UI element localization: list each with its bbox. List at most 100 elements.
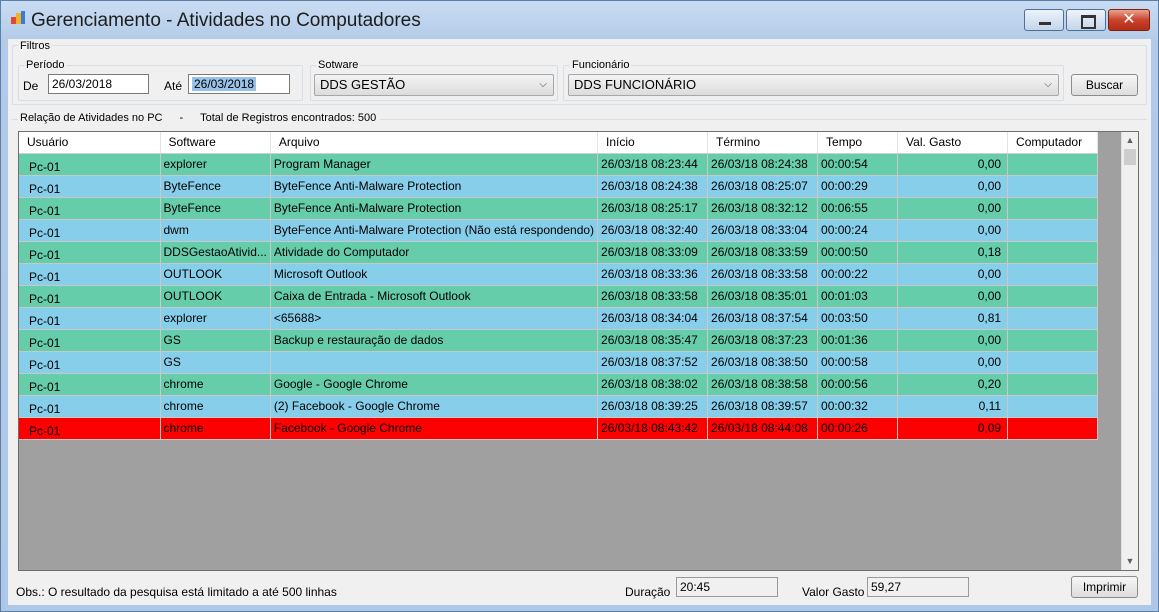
cell-time[interactable]: 00:03:50	[817, 307, 899, 330]
cell-software[interactable]: explorer	[160, 307, 271, 330]
cell-time[interactable]: 00:00:50	[817, 241, 899, 264]
cell-computer[interactable]	[1007, 263, 1099, 286]
table-row[interactable]: Pc-01 ByteFence ByteFence Anti-Malware Pro…	[19, 197, 1099, 220]
cell-value[interactable]: 0,09	[897, 417, 1009, 440]
cell-software[interactable]: ByteFence	[160, 197, 271, 220]
close-button[interactable]: ✕	[1108, 9, 1150, 31]
cell-end[interactable]: 26/03/18 08:35:01	[707, 285, 819, 308]
cell-file[interactable]: ByteFence Anti-Malware Protection (Não e…	[270, 219, 599, 242]
cell-user[interactable]: Pc-01	[19, 285, 161, 308]
title-bar[interactable]: Gerenciamento - Atividades no Computador…	[1, 1, 1158, 39]
column-header-value[interactable]: Val. Gasto	[897, 132, 1009, 154]
cell-software[interactable]: ByteFence	[160, 175, 271, 198]
cell-software[interactable]: chrome	[160, 395, 271, 418]
cell-start[interactable]: 26/03/18 08:32:40	[597, 219, 709, 242]
cell-time[interactable]: 00:00:22	[817, 263, 899, 286]
maximize-button[interactable]	[1066, 9, 1106, 31]
cell-time[interactable]: 00:00:26	[817, 417, 899, 440]
cell-start[interactable]: 26/03/18 08:23:44	[597, 153, 709, 176]
cell-computer[interactable]	[1007, 395, 1099, 418]
cell-value[interactable]: 0,00	[897, 175, 1009, 198]
table-row[interactable]: Pc-01 OUTLOOK Microsoft Outlook 26/03/18 08…	[19, 263, 1099, 286]
cell-start[interactable]: 26/03/18 08:35:47	[597, 329, 709, 352]
cell-start[interactable]: 26/03/18 08:39:25	[597, 395, 709, 418]
cell-computer[interactable]	[1007, 351, 1099, 374]
cell-user[interactable]: Pc-01	[19, 197, 161, 220]
cell-end[interactable]: 26/03/18 08:32:12	[707, 197, 819, 220]
cell-time[interactable]: 00:00:32	[817, 395, 899, 418]
to-date-input[interactable]: 26/03/2018	[188, 74, 290, 94]
table-row[interactable]: Pc-01 OUTLOOK Caixa de Entrada - Microsoft…	[19, 285, 1099, 308]
print-button[interactable]: Imprimir	[1071, 576, 1138, 598]
cell-file[interactable]: <65688>	[270, 307, 599, 330]
cell-user[interactable]: Pc-01	[19, 263, 161, 286]
cell-computer[interactable]	[1007, 307, 1099, 330]
cell-computer[interactable]	[1007, 153, 1099, 176]
scroll-thumb[interactable]	[1124, 149, 1136, 165]
cell-software[interactable]: OUTLOOK	[160, 285, 271, 308]
cell-value[interactable]: 0,00	[897, 329, 1009, 352]
cell-software[interactable]: chrome	[160, 373, 271, 396]
cell-time[interactable]: 00:00:29	[817, 175, 899, 198]
from-date-input[interactable]: 26/03/2018	[48, 74, 149, 94]
cell-value[interactable]: 0,00	[897, 263, 1009, 286]
cell-value[interactable]: 0,11	[897, 395, 1009, 418]
cell-file[interactable]: ByteFence Anti-Malware Protection	[270, 175, 599, 198]
column-header-computer[interactable]: Computador	[1007, 132, 1099, 154]
cell-file[interactable]: (2) Facebook - Google Chrome	[270, 395, 599, 418]
cell-user[interactable]: Pc-01	[19, 175, 161, 198]
cell-file[interactable]: Google - Google Chrome	[270, 373, 599, 396]
cell-user[interactable]: Pc-01	[19, 241, 161, 264]
table-row[interactable]: Pc-01 explorer Program Manager 26/03/18 08:…	[19, 153, 1099, 176]
cell-software[interactable]: GS	[160, 329, 271, 352]
cell-computer[interactable]	[1007, 285, 1099, 308]
cell-start[interactable]: 26/03/18 08:38:02	[597, 373, 709, 396]
table-row[interactable]: Pc-01 ByteFence ByteFence Anti-Malware Pro…	[19, 175, 1099, 198]
cell-start[interactable]: 26/03/18 08:33:36	[597, 263, 709, 286]
cell-end[interactable]: 26/03/18 08:39:57	[707, 395, 819, 418]
cell-user[interactable]: Pc-01	[19, 395, 161, 418]
cell-user[interactable]: Pc-01	[19, 153, 161, 176]
cell-software[interactable]: OUTLOOK	[160, 263, 271, 286]
cell-user[interactable]: Pc-01	[19, 329, 161, 352]
cell-software[interactable]: explorer	[160, 153, 271, 176]
cell-user[interactable]: Pc-01	[19, 417, 161, 440]
cell-end[interactable]: 26/03/18 08:37:54	[707, 307, 819, 330]
search-button[interactable]: Buscar	[1071, 74, 1138, 96]
cell-end[interactable]: 26/03/18 08:25:07	[707, 175, 819, 198]
cell-end[interactable]: 26/03/18 08:33:04	[707, 219, 819, 242]
cell-start[interactable]: 26/03/18 08:43:42	[597, 417, 709, 440]
table-row[interactable]: Pc-01 chrome (2) Facebook - Google Chrome 2…	[19, 395, 1099, 418]
cell-time[interactable]: 00:00:54	[817, 153, 899, 176]
cell-computer[interactable]	[1007, 175, 1099, 198]
cell-start[interactable]: 26/03/18 08:25:17	[597, 197, 709, 220]
cell-file[interactable]: Program Manager	[270, 153, 599, 176]
table-row[interactable]: Pc-01 chrome Google - Google Chrome 26/03/1…	[19, 373, 1099, 396]
cell-file[interactable]: ByteFence Anti-Malware Protection	[270, 197, 599, 220]
cell-computer[interactable]	[1007, 329, 1099, 352]
cell-end[interactable]: 26/03/18 08:24:38	[707, 153, 819, 176]
cell-file[interactable]: Facebook - Google Chrome	[270, 417, 599, 440]
cell-start[interactable]: 26/03/18 08:34:04	[597, 307, 709, 330]
cell-time[interactable]: 00:00:58	[817, 351, 899, 374]
cell-end[interactable]: 26/03/18 08:38:58	[707, 373, 819, 396]
cell-value[interactable]: 0,00	[897, 351, 1009, 374]
cell-user[interactable]: Pc-01	[19, 219, 161, 242]
cell-time[interactable]: 00:01:36	[817, 329, 899, 352]
cell-start[interactable]: 26/03/18 08:33:58	[597, 285, 709, 308]
cell-end[interactable]: 26/03/18 08:44:08	[707, 417, 819, 440]
cell-computer[interactable]	[1007, 417, 1099, 440]
table-row[interactable]: Pc-01 DDSGestaoAtivid... Atividade do Comp…	[19, 241, 1099, 264]
cell-computer[interactable]	[1007, 197, 1099, 220]
cell-start[interactable]: 26/03/18 08:37:52	[597, 351, 709, 374]
table-row[interactable]: Pc-01 chrome Facebook - Google Chrome 26/03…	[19, 417, 1099, 440]
cell-start[interactable]: 26/03/18 08:24:38	[597, 175, 709, 198]
column-header-file[interactable]: Arquivo	[270, 132, 599, 154]
cell-value[interactable]: 0,00	[897, 219, 1009, 242]
cell-value[interactable]: 0,00	[897, 285, 1009, 308]
cell-time[interactable]: 00:06:55	[817, 197, 899, 220]
cell-software[interactable]: chrome	[160, 417, 271, 440]
scroll-down-icon[interactable]: ▼	[1122, 553, 1138, 570]
cell-user[interactable]: Pc-01	[19, 373, 161, 396]
cell-computer[interactable]	[1007, 373, 1099, 396]
